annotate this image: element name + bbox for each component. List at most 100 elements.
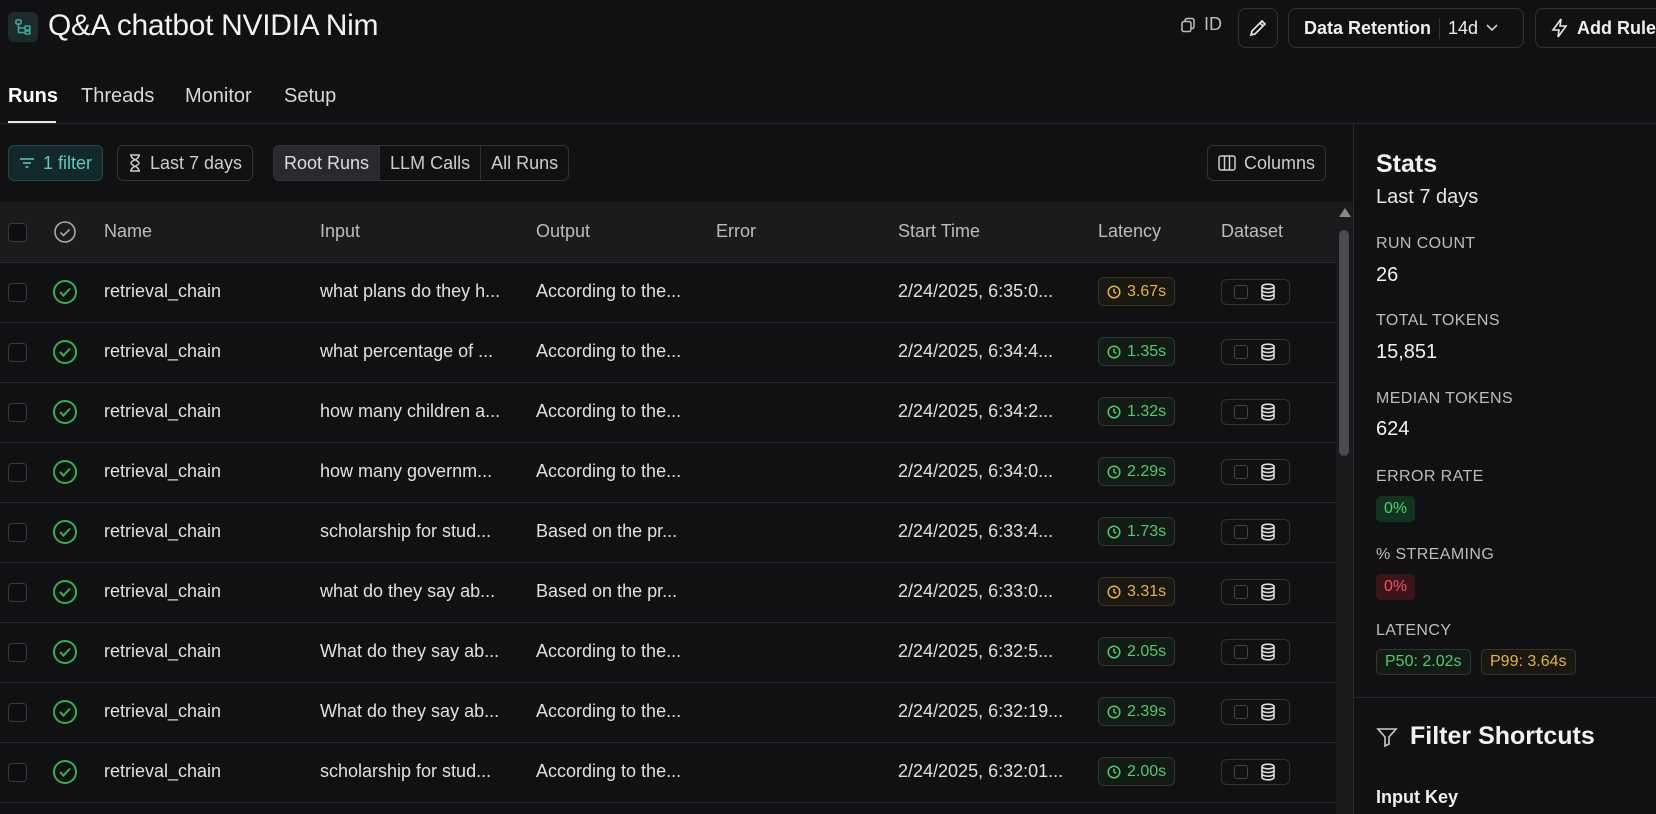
copy-icon xyxy=(1181,17,1195,32)
input-key-label[interactable]: Input Key xyxy=(1376,787,1458,808)
table-row[interactable]: retrieval_chain what plans do they h... Ac… xyxy=(0,263,1336,323)
row-checkbox[interactable] xyxy=(8,763,27,782)
llm-calls-option[interactable]: LLM Calls xyxy=(379,146,480,180)
tab-monitor[interactable]: Monitor xyxy=(185,85,252,108)
row-checkbox[interactable] xyxy=(8,523,27,542)
dataset-checkbox[interactable] xyxy=(1234,405,1248,419)
dataset-checkbox[interactable] xyxy=(1234,285,1248,299)
row-checkbox[interactable] xyxy=(8,403,27,422)
table-row[interactable]: retrieval_chain What do they say ab... Acc… xyxy=(0,683,1336,743)
run-count-value: 26 xyxy=(1376,264,1399,286)
row-checkbox[interactable] xyxy=(8,643,27,662)
stats-period: Last 7 days xyxy=(1376,186,1479,208)
add-to-dataset-control[interactable] xyxy=(1221,759,1290,785)
table-scrollbar[interactable] xyxy=(1336,202,1353,814)
dataset-checkbox[interactable] xyxy=(1234,705,1248,719)
database-icon[interactable] xyxy=(1260,283,1276,301)
streaming-label: % STREAMING xyxy=(1376,546,1495,563)
select-all-checkbox[interactable] xyxy=(8,223,27,242)
run-input: What do they say ab... xyxy=(320,641,500,661)
run-name[interactable]: retrieval_chain xyxy=(104,581,221,602)
table-row[interactable]: retrieval_chain how many governm... Accord… xyxy=(0,443,1336,503)
dataset-checkbox[interactable] xyxy=(1234,345,1248,359)
database-icon[interactable] xyxy=(1260,763,1276,781)
col-output[interactable]: Output xyxy=(536,221,590,242)
copy-id-button[interactable]: ID xyxy=(1180,14,1222,35)
add-to-dataset-control[interactable] xyxy=(1221,459,1290,485)
scroll-up-arrow-icon[interactable] xyxy=(1339,208,1351,217)
run-output: According to the... xyxy=(536,701,682,721)
col-dataset[interactable]: Dataset xyxy=(1221,221,1283,242)
dataset-checkbox[interactable] xyxy=(1234,645,1248,659)
latency-badge: 2.05s xyxy=(1098,637,1176,666)
database-icon[interactable] xyxy=(1260,643,1276,661)
dataset-checkbox[interactable] xyxy=(1234,585,1248,599)
col-input[interactable]: Input xyxy=(320,221,360,242)
database-icon[interactable] xyxy=(1260,343,1276,361)
col-name[interactable]: Name xyxy=(104,221,152,242)
dataset-checkbox[interactable] xyxy=(1234,525,1248,539)
database-icon[interactable] xyxy=(1260,523,1276,541)
add-rule-button[interactable]: Add Rule xyxy=(1535,8,1656,48)
run-name[interactable]: retrieval_chain xyxy=(104,281,221,302)
add-to-dataset-control[interactable] xyxy=(1221,399,1290,425)
table-row[interactable]: retrieval_chain What do they say ab... Acc… xyxy=(0,623,1336,683)
tab-runs[interactable]: Runs xyxy=(8,85,58,108)
latency-p99-badge: P99: 3.64s xyxy=(1481,649,1576,675)
row-checkbox[interactable] xyxy=(8,583,27,602)
table-row[interactable]: retrieval_chain scholarship for stud... Ba… xyxy=(0,503,1336,563)
run-name[interactable]: retrieval_chain xyxy=(104,341,221,362)
row-checkbox[interactable] xyxy=(8,463,27,482)
col-start-time[interactable]: Start Time xyxy=(898,221,980,242)
run-name[interactable]: retrieval_chain xyxy=(104,641,221,662)
error-rate-label: ERROR RATE xyxy=(1376,468,1484,485)
status-column-icon xyxy=(54,221,76,243)
add-to-dataset-control[interactable] xyxy=(1221,639,1290,665)
col-error[interactable]: Error xyxy=(716,221,756,242)
root-runs-option[interactable]: Root Runs xyxy=(274,146,380,180)
data-retention-button[interactable]: Data Retention 14d xyxy=(1288,8,1524,48)
add-to-dataset-control[interactable] xyxy=(1221,339,1290,365)
add-rule-label: Add Rule xyxy=(1577,17,1656,38)
add-to-dataset-control[interactable] xyxy=(1221,699,1290,725)
row-checkbox[interactable] xyxy=(8,343,27,362)
latency-badge: 1.35s xyxy=(1098,337,1176,366)
latency-value: 1.73s xyxy=(1127,522,1167,540)
database-icon[interactable] xyxy=(1260,463,1276,481)
all-runs-option[interactable]: All Runs xyxy=(480,146,568,180)
table-row[interactable]: retrieval_chain what percentage of ... Acc… xyxy=(0,323,1336,383)
run-name[interactable]: retrieval_chain xyxy=(104,761,221,782)
scroll-thumb[interactable] xyxy=(1339,230,1349,456)
dataset-checkbox[interactable] xyxy=(1234,465,1248,479)
retention-select[interactable]: 14d xyxy=(1439,17,1498,39)
run-name[interactable]: retrieval_chain xyxy=(104,461,221,482)
filter-button[interactable]: 1 filter xyxy=(8,145,104,181)
run-input: scholarship for stud... xyxy=(320,761,492,781)
run-name[interactable]: retrieval_chain xyxy=(104,401,221,422)
table-row[interactable]: retrieval_chain how many children a... Acc… xyxy=(0,383,1336,443)
tab-threads[interactable]: Threads xyxy=(81,85,154,108)
columns-label: Columns xyxy=(1244,152,1316,173)
run-name[interactable]: retrieval_chain xyxy=(104,701,221,722)
table-row[interactable]: retrieval_chain scholarship for stud... Ac… xyxy=(0,743,1336,803)
add-to-dataset-control[interactable] xyxy=(1221,579,1290,605)
columns-button[interactable]: Columns xyxy=(1207,145,1327,181)
database-icon[interactable] xyxy=(1260,703,1276,721)
run-name[interactable]: retrieval_chain xyxy=(104,521,221,542)
col-latency[interactable]: Latency xyxy=(1098,221,1161,242)
database-icon[interactable] xyxy=(1260,583,1276,601)
filter-shortcuts-title: Filter Shortcuts xyxy=(1410,722,1595,750)
row-checkbox[interactable] xyxy=(8,283,27,302)
add-to-dataset-control[interactable] xyxy=(1221,279,1290,305)
database-icon[interactable] xyxy=(1260,403,1276,421)
add-to-dataset-control[interactable] xyxy=(1221,519,1290,545)
median-tokens-label: MEDIAN TOKENS xyxy=(1376,390,1514,407)
row-checkbox[interactable] xyxy=(8,703,27,722)
time-range-button[interactable]: Last 7 days xyxy=(117,145,254,181)
tab-setup[interactable]: Setup xyxy=(284,85,336,108)
table-row[interactable]: retrieval_chain what do they say ab... Bas… xyxy=(0,563,1336,623)
tab-bar: Runs Threads Monitor Setup xyxy=(0,80,1656,124)
edit-button[interactable] xyxy=(1238,8,1278,48)
dataset-checkbox[interactable] xyxy=(1234,765,1248,779)
latency-badge: 2.39s xyxy=(1098,697,1176,726)
